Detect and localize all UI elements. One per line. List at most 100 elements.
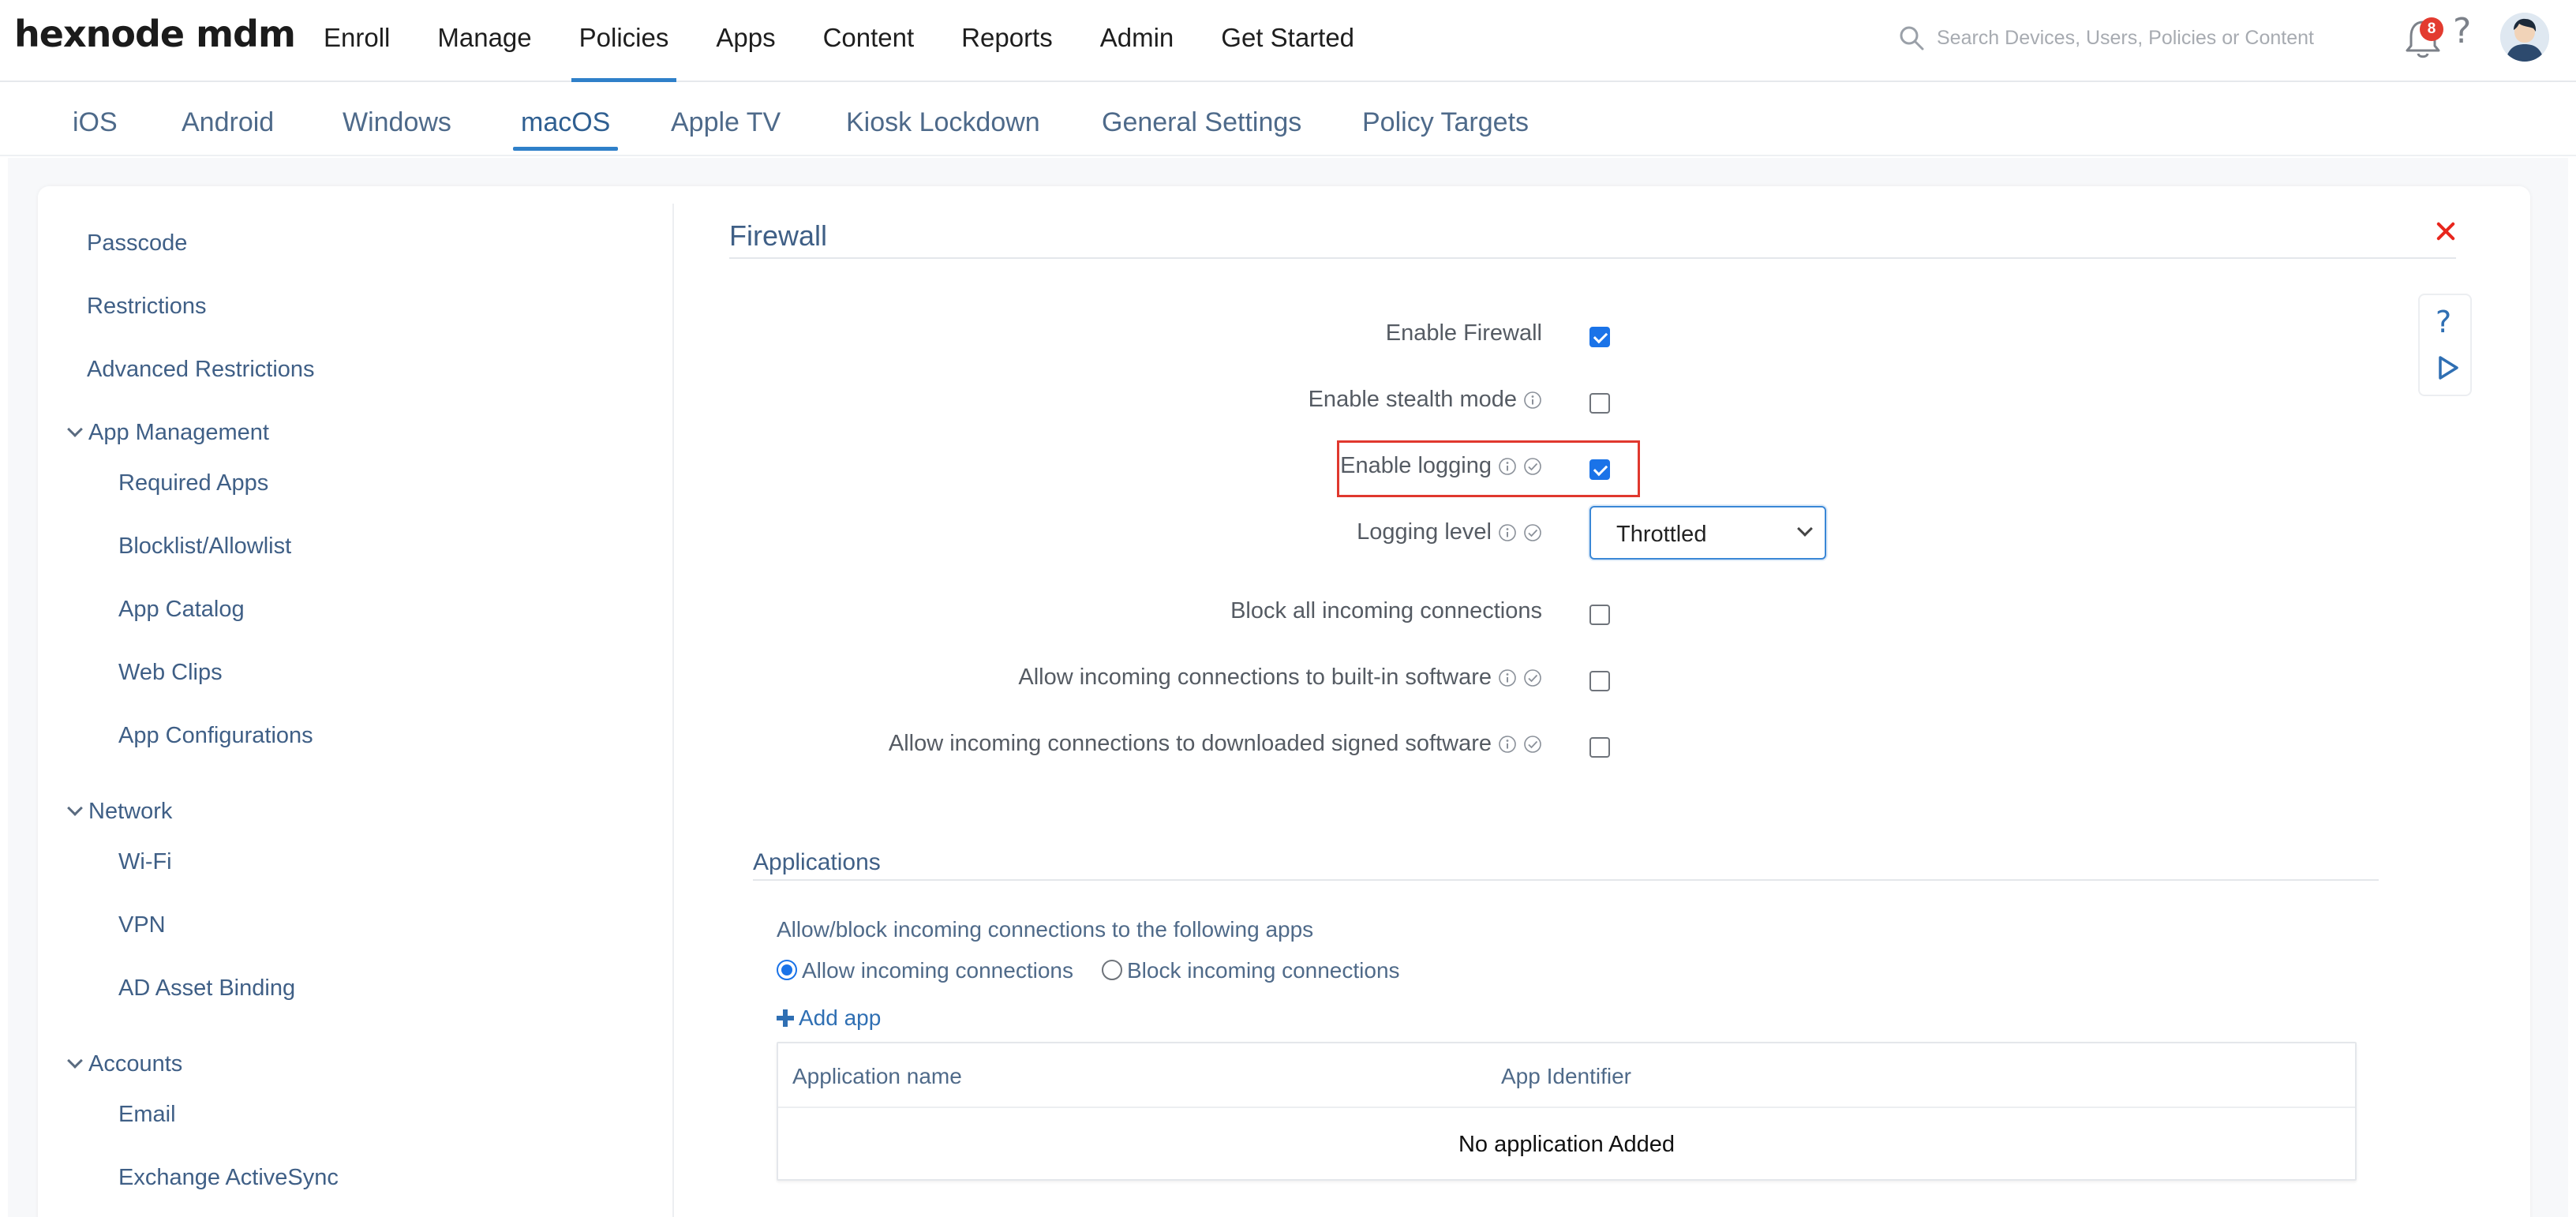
- tab-ios[interactable]: iOS: [73, 107, 118, 138]
- search-input[interactable]: [1937, 22, 2379, 54]
- applications-divider: [753, 879, 2379, 881]
- main-nav: Enroll Manage Policies Apps Content Repo…: [300, 0, 1378, 82]
- verified-check-icon: [1524, 523, 1541, 541]
- global-search: [1894, 19, 2383, 57]
- applications-description: Allow/block incoming connections to the …: [777, 917, 1314, 942]
- setting-label: Block all incoming connections: [1230, 598, 1542, 623]
- info-icon[interactable]: [1498, 668, 1517, 687]
- setting-label: Allow incoming connections to downloaded…: [888, 731, 1492, 756]
- applications-title: Applications: [753, 849, 881, 875]
- logging-level-label: Logging level: [1357, 519, 1542, 545]
- sidebar-group-accounts[interactable]: Accounts: [67, 1051, 183, 1077]
- nav-policies[interactable]: Policies: [556, 0, 693, 82]
- info-icon[interactable]: [1498, 457, 1517, 476]
- help-icon[interactable]: ?: [2453, 11, 2471, 51]
- sidebar-item-passcode[interactable]: Passcode: [87, 230, 187, 257]
- sidebar-item-app-configurations[interactable]: App Configurations: [118, 723, 313, 749]
- setting-label: Allow incoming connections to built-in s…: [1018, 665, 1492, 690]
- enable-stealth-mode-checkbox[interactable]: [1589, 393, 1610, 414]
- add-app-button[interactable]: Add app: [777, 1005, 881, 1031]
- top-navigation-bar: hexnode mdm Enroll Manage Policies Apps …: [0, 0, 2576, 82]
- setting-label: Enable stealth mode: [1308, 387, 1517, 412]
- setting-label: Enable logging: [1340, 453, 1492, 478]
- verified-check-icon: [1524, 457, 1541, 475]
- sidebar-item-email[interactable]: Email: [118, 1102, 176, 1128]
- sidebar-item-app-catalog[interactable]: App Catalog: [118, 597, 245, 623]
- empty-table-message: No application Added: [1458, 1132, 1676, 1157]
- chevron-down-icon: [67, 1053, 83, 1069]
- enable-logging-label: Enable logging: [1340, 453, 1542, 479]
- column-application-name: Application name: [792, 1064, 962, 1088]
- nav-enroll[interactable]: Enroll: [300, 0, 414, 82]
- verified-check-icon: [1524, 668, 1541, 687]
- allow-built-in-software-label: Allow incoming connections to built-in s…: [1018, 665, 1542, 691]
- hexnode-logo[interactable]: hexnode mdm: [14, 13, 296, 55]
- help-panel: ?: [2418, 294, 2472, 396]
- tab-windows[interactable]: Windows: [343, 107, 451, 138]
- group-label: Network: [88, 799, 173, 824]
- tab-android[interactable]: Android: [182, 107, 274, 138]
- section-divider: [729, 257, 2456, 259]
- sidebar-item-vpn[interactable]: VPN: [118, 912, 166, 938]
- nav-apps[interactable]: Apps: [692, 0, 799, 82]
- logging-level-select[interactable]: Throttled: [1589, 506, 1826, 560]
- block-all-incoming-label: Block all incoming connections: [1230, 598, 1542, 624]
- sidebar-item-exchange-activesync[interactable]: Exchange ActiveSync: [118, 1165, 339, 1191]
- sidebar-group-network[interactable]: Network: [67, 799, 173, 825]
- block-incoming-label[interactable]: Block incoming connections: [1127, 958, 1400, 983]
- block-incoming-radio[interactable]: [1102, 960, 1122, 980]
- sidebar-item-blocklist-allowlist[interactable]: Blocklist/Allowlist: [118, 534, 291, 560]
- platform-tabs: iOS Android Windows macOS Apple TV Kiosk…: [0, 84, 2576, 156]
- info-icon[interactable]: [1498, 523, 1517, 542]
- column-app-identifier: App Identifier: [1501, 1064, 1631, 1088]
- group-label: App Management: [88, 420, 269, 445]
- user-avatar[interactable]: [2500, 13, 2549, 62]
- nav-reports[interactable]: Reports: [938, 0, 1076, 82]
- plus-icon: [777, 1009, 794, 1027]
- group-label: Accounts: [88, 1051, 183, 1077]
- enable-logging-checkbox[interactable]: [1589, 459, 1610, 480]
- chevron-down-icon: [1797, 521, 1813, 537]
- tab-policy-targets[interactable]: Policy Targets: [1362, 107, 1529, 138]
- select-value: Throttled: [1616, 522, 1707, 547]
- nav-get-started[interactable]: Get Started: [1197, 0, 1378, 82]
- allow-built-in-software-checkbox[interactable]: [1589, 671, 1610, 691]
- allow-downloaded-signed-software-label: Allow incoming connections to downloaded…: [889, 731, 1542, 757]
- verified-check-icon: [1524, 735, 1541, 753]
- sidebar-item-web-clips[interactable]: Web Clips: [118, 660, 223, 686]
- search-icon[interactable]: [1897, 24, 1926, 52]
- enable-firewall-checkbox[interactable]: [1589, 327, 1610, 347]
- setting-label: Logging level: [1357, 519, 1492, 545]
- tab-kiosk-lockdown[interactable]: Kiosk Lockdown: [846, 107, 1040, 138]
- enable-firewall-label: Enable Firewall: [1386, 320, 1542, 346]
- add-app-label: Add app: [799, 1005, 882, 1030]
- tab-macos[interactable]: macOS: [512, 107, 619, 151]
- sidebar-group-app-management[interactable]: App Management: [67, 420, 269, 446]
- allow-incoming-label[interactable]: Allow incoming connections: [802, 958, 1073, 983]
- allow-downloaded-signed-software-checkbox[interactable]: [1589, 737, 1610, 758]
- info-icon[interactable]: [1498, 735, 1517, 754]
- sidebar-item-restrictions[interactable]: Restrictions: [87, 294, 207, 320]
- sidebar-item-ad-asset-binding[interactable]: AD Asset Binding: [118, 975, 295, 1002]
- setting-label: Enable Firewall: [1385, 320, 1542, 346]
- applications-table: Application name App Identifier No appli…: [777, 1042, 2357, 1181]
- play-video-icon[interactable]: [2437, 355, 2459, 380]
- tab-general-settings[interactable]: General Settings: [1102, 107, 1301, 138]
- sidebar-item-required-apps[interactable]: Required Apps: [118, 470, 268, 496]
- question-icon[interactable]: ?: [2436, 305, 2451, 339]
- notification-count-badge: 8: [2420, 17, 2443, 41]
- allow-incoming-radio[interactable]: [777, 960, 797, 980]
- chevron-down-icon: [67, 421, 83, 437]
- enable-stealth-mode-label: Enable stealth mode: [1309, 387, 1542, 413]
- block-all-incoming-checkbox[interactable]: [1589, 605, 1610, 625]
- info-icon[interactable]: [1523, 391, 1542, 410]
- nav-content[interactable]: Content: [799, 0, 938, 82]
- tab-apple-tv[interactable]: Apple TV: [671, 107, 781, 138]
- nav-admin[interactable]: Admin: [1076, 0, 1198, 82]
- table-header: Application name App Identifier: [778, 1043, 2355, 1108]
- close-icon[interactable]: [2432, 218, 2459, 245]
- sidebar-item-advanced-restrictions[interactable]: Advanced Restrictions: [87, 357, 315, 383]
- nav-manage[interactable]: Manage: [414, 0, 555, 82]
- avatar-icon: [2500, 13, 2549, 62]
- sidebar-item-wifi[interactable]: Wi-Fi: [118, 849, 172, 875]
